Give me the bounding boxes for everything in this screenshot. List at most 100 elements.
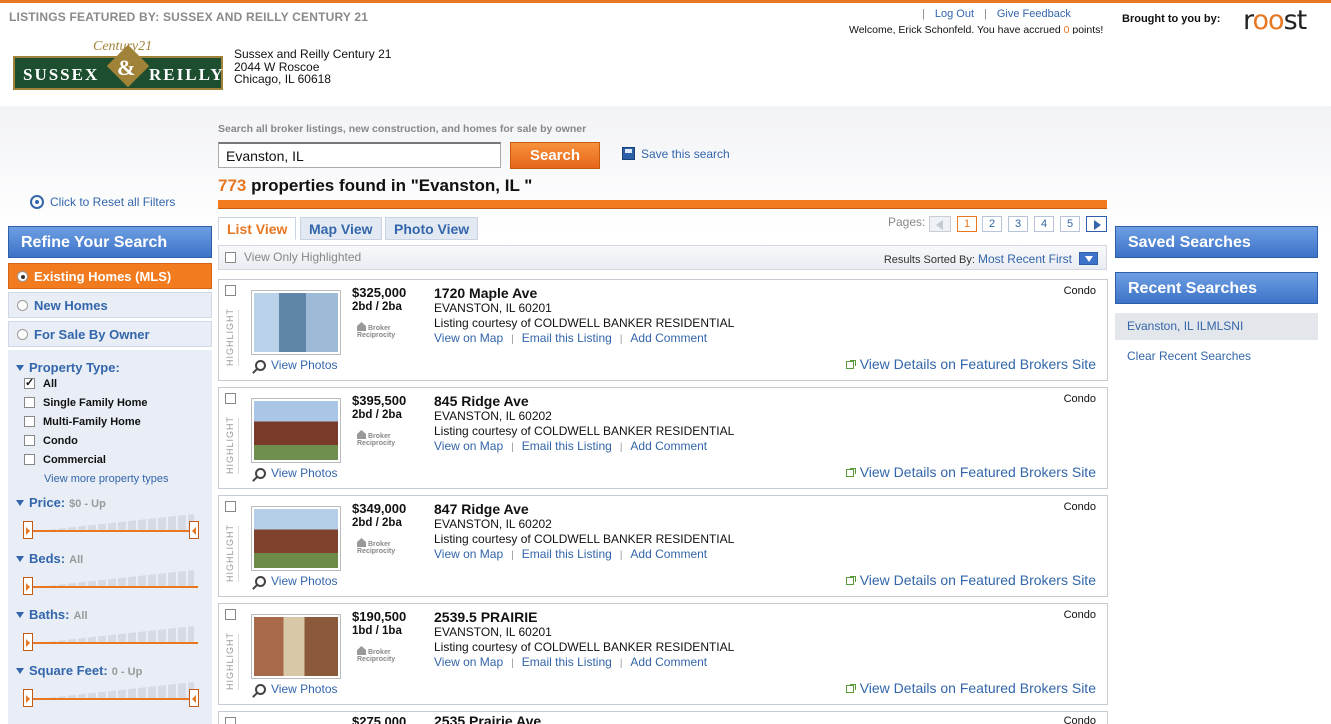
add-comment-link[interactable]: Add Comment [630,655,707,669]
broker-city: Chicago, IL 60618 [234,72,331,86]
recent-search-item[interactable]: Evanston, IL ILMLSNI [1115,313,1318,340]
search-input[interactable] [218,142,501,168]
reset-filters-link[interactable]: Click to Reset all Filters [30,195,175,209]
listing-address[interactable]: 845 Ridge Ave [434,393,529,409]
property-type-all[interactable]: All [24,376,57,390]
prev-page-icon[interactable] [929,216,951,232]
listing-photo[interactable] [251,290,341,355]
property-type-multi-family[interactable]: Multi-Family Home [24,416,141,428]
view-photos-link[interactable]: View Photos [255,574,338,588]
clear-recent-searches-link[interactable]: Clear Recent Searches [1115,343,1318,370]
property-type-single-family[interactable]: Single Family Home [24,397,148,409]
next-page-icon[interactable] [1086,216,1107,232]
view-only-highlighted[interactable]: View Only Highlighted [225,250,361,264]
page-5[interactable]: 5 [1060,216,1080,232]
listing-photo[interactable] [251,398,341,463]
email-listing-link[interactable]: Email this Listing [522,331,612,345]
slider-min-handle[interactable] [23,633,33,651]
view-on-map-link[interactable]: View on Map [434,439,503,453]
results-toolbar: View Only Highlighted Results Sorted By:… [218,245,1107,270]
listing-property-type: Condo [1063,393,1096,405]
listing-property-type: Condo [1063,285,1096,297]
view-photos-link[interactable]: View Photos [255,358,338,372]
checkbox-checked[interactable] [24,376,35,389]
tab-list-view[interactable]: List View [218,217,297,240]
sqft-slider[interactable] [20,678,202,710]
property-type-title[interactable]: Property Type: [16,360,120,375]
view-on-map-link[interactable]: View on Map [434,331,503,345]
sqft-filter-title[interactable]: Square Feet: 0 - Up [16,663,142,678]
roost-logo[interactable]: roost [1243,5,1307,36]
view-details-link[interactable]: View Details on Featured Brokers Site [845,680,1096,696]
save-search-link[interactable]: Save this search [622,147,730,161]
refine-search-header: Refine Your Search [8,226,212,258]
more-property-types-link[interactable]: View more property types [44,473,169,485]
tab-map-view[interactable]: Map View [300,217,382,240]
listing-actions: View on Map | Email this Listing | Add Comme… [434,331,708,345]
checkbox[interactable] [24,397,35,408]
email-listing-link[interactable]: Email this Listing [522,655,612,669]
listing-address[interactable]: 2535 Prairie Ave [434,713,541,724]
listing-photo[interactable] [251,614,341,679]
view-details-link[interactable]: View Details on Featured Brokers Site [845,356,1096,372]
listing-address[interactable]: 1720 Maple Ave [434,285,537,301]
checkbox[interactable] [24,416,35,427]
listing-type-for-sale-by-owner[interactable]: For Sale By Owner [8,321,212,347]
view-details-link[interactable]: View Details on Featured Brokers Site [845,572,1096,588]
radio-icon[interactable] [17,329,28,340]
baths-slider[interactable] [20,622,202,654]
listing-photo[interactable] [251,506,341,571]
checkbox[interactable] [24,454,35,465]
listing-address[interactable]: 2539.5 PRAIRIE [434,609,538,625]
logout-link[interactable]: Log Out [935,8,974,20]
slider-min-handle[interactable] [23,577,33,595]
highlight-checkbox[interactable] [225,285,236,296]
checkbox[interactable] [24,435,35,446]
page-4[interactable]: 4 [1034,216,1054,232]
beds-filter-title[interactable]: Beds: All [16,551,83,566]
view-on-map-link[interactable]: View on Map [434,655,503,669]
slider-min-handle[interactable] [23,689,33,707]
listing-type-new-homes[interactable]: New Homes [8,292,212,318]
email-listing-link[interactable]: Email this Listing [522,439,612,453]
price-slider[interactable] [20,510,202,542]
tab-photo-view[interactable]: Photo View [385,217,479,240]
slider-max-handle[interactable] [189,521,199,539]
view-photos-link[interactable]: View Photos [255,466,338,480]
listing-price: $349,000 [352,501,407,516]
radio-icon[interactable] [17,300,28,311]
property-type-commercial[interactable]: Commercial [24,454,106,466]
pages-label: Pages: [888,215,926,229]
page-1[interactable]: 1 [957,216,977,232]
listing-property-type: Condo [1063,715,1096,724]
add-comment-link[interactable]: Add Comment [630,547,707,561]
add-comment-link[interactable]: Add Comment [630,331,707,345]
sort-select[interactable]: Most Recent First [978,252,1072,266]
property-type-condo[interactable]: Condo [24,435,78,447]
highlight-checkbox[interactable] [225,609,236,620]
sort-label: Results Sorted By: Most Recent First [883,252,1072,266]
search-button[interactable]: Search [510,142,600,169]
highlight-checkbox[interactable] [225,717,236,724]
sort-dropdown-icon[interactable] [1079,252,1098,265]
view-details-link[interactable]: View Details on Featured Brokers Site [845,464,1096,480]
baths-filter-title[interactable]: Baths: All [16,607,88,622]
view-photos-link[interactable]: View Photos [255,682,338,696]
listing-type-existing-homes[interactable]: Existing Homes (MLS) [8,263,212,289]
beds-slider[interactable] [20,566,202,598]
page-2[interactable]: 2 [982,216,1002,232]
slider-max-handle[interactable] [189,689,199,707]
price-filter-title[interactable]: Price: $0 - Up [16,495,106,510]
give-feedback-link[interactable]: Give Feedback [997,8,1071,20]
listing-address[interactable]: 847 Ridge Ave [434,501,529,517]
email-listing-link[interactable]: Email this Listing [522,547,612,561]
reset-icon [30,195,44,209]
view-on-map-link[interactable]: View on Map [434,547,503,561]
highlight-checkbox[interactable] [225,501,236,512]
checkbox[interactable] [225,252,236,263]
slider-min-handle[interactable] [23,521,33,539]
highlight-checkbox[interactable] [225,393,236,404]
add-comment-link[interactable]: Add Comment [630,439,707,453]
page-3[interactable]: 3 [1008,216,1028,232]
radio-icon[interactable] [17,271,28,282]
